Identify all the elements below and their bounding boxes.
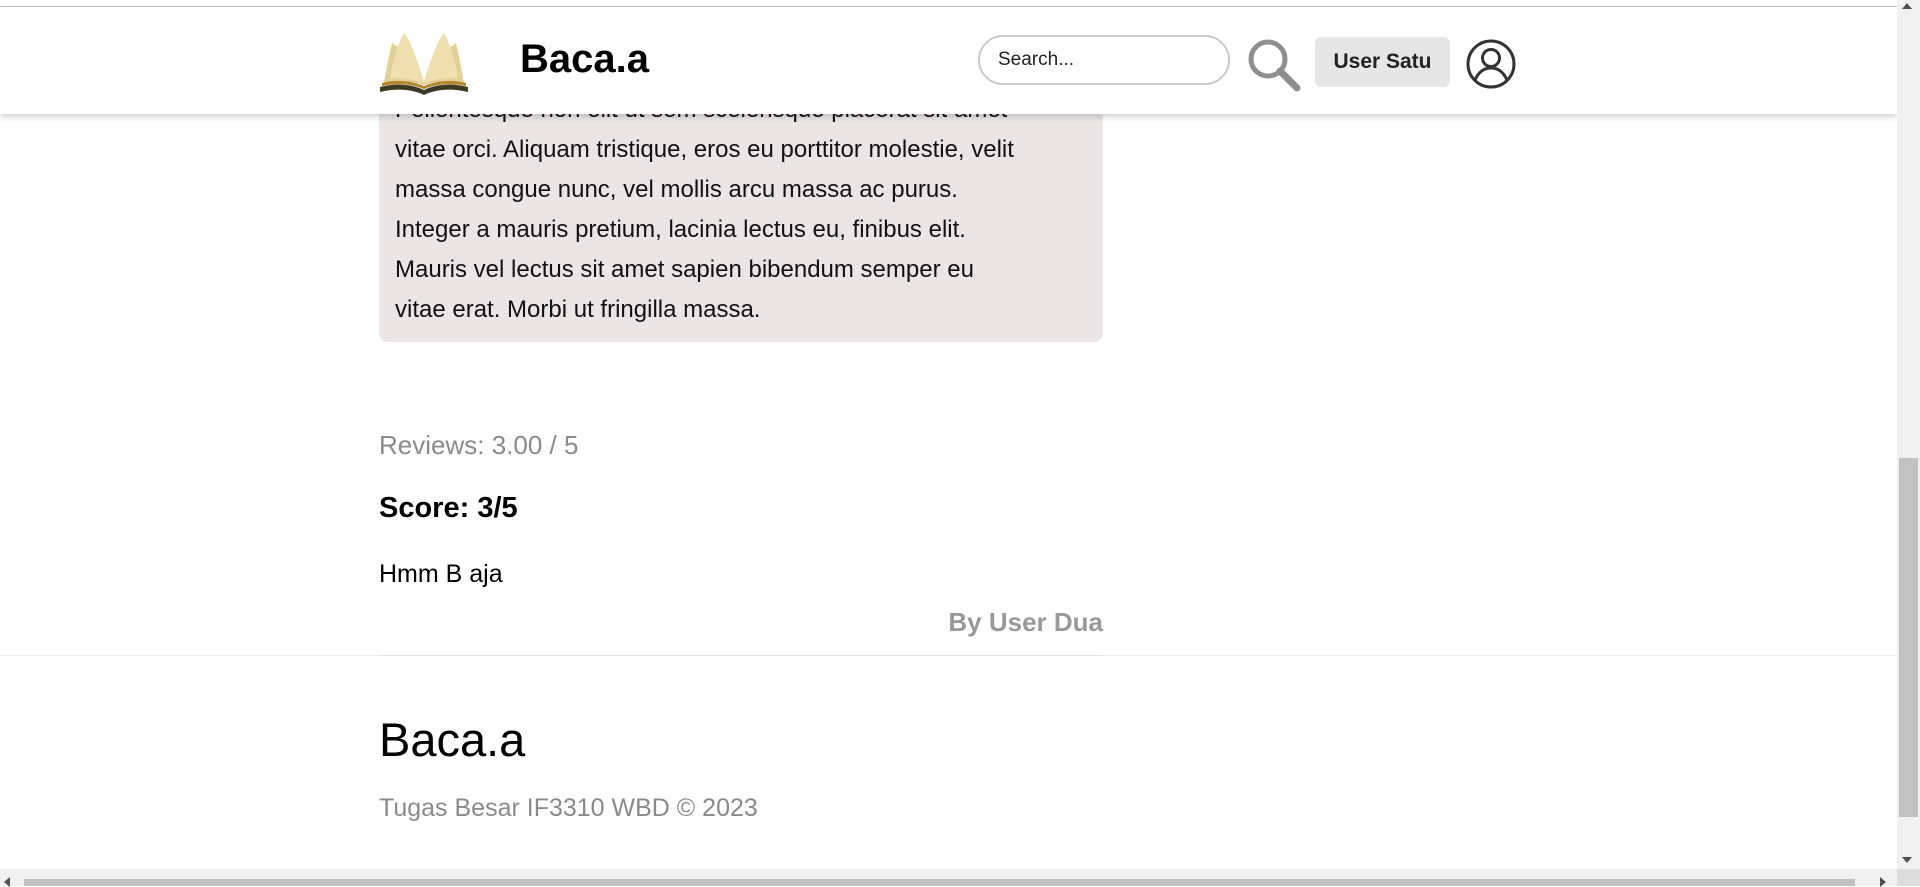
- open-book-logo-icon[interactable]: [378, 29, 470, 95]
- description-line-4: Mauris vel lectus sit amet sapien bibend…: [395, 256, 974, 283]
- footer-brand: Baca.a: [379, 713, 526, 766]
- brand-title[interactable]: Baca.a: [520, 37, 649, 82]
- search-icon[interactable]: [1246, 37, 1302, 93]
- site-header: Baca.a User Satu: [0, 7, 1897, 114]
- search-input[interactable]: [978, 35, 1230, 85]
- user-button[interactable]: User Satu: [1315, 37, 1450, 87]
- footer-copyright: Tugas Besar IF3310 WBD © 2023: [379, 794, 758, 822]
- scroll-up-arrow-icon[interactable]: [1902, 3, 1912, 9]
- description-line-1: vitae orci. Aliquam tristique, eros eu p…: [395, 136, 1014, 163]
- description-line-2: massa congue nunc, vel mollis arcu massa…: [395, 176, 958, 203]
- horizontal-scrollbar-thumb[interactable]: [24, 879, 1855, 886]
- scrollbar-corner: [1897, 869, 1920, 886]
- page-content: Pellentesque non elit ut sem scelerisque…: [0, 0, 1897, 869]
- scroll-down-arrow-icon[interactable]: [1902, 857, 1912, 863]
- description-line-3: Integer a mauris pretium, lacinia lectus…: [395, 216, 966, 243]
- review-divider: [379, 655, 1103, 656]
- description-line-5: vitae erat. Morbi ut fringilla massa.: [395, 296, 761, 323]
- review-author: By User Dua: [948, 607, 1103, 637]
- book-description: Pellentesque non elit ut sem scelerisque…: [395, 90, 1087, 330]
- reviews-summary: Reviews: 3.00 / 5: [379, 430, 579, 460]
- review-comment: Hmm B aja: [379, 560, 503, 588]
- vertical-scrollbar-thumb[interactable]: [1899, 458, 1918, 817]
- review-score: Score: 3/5: [379, 492, 518, 524]
- user-circle-icon[interactable]: [1465, 38, 1517, 90]
